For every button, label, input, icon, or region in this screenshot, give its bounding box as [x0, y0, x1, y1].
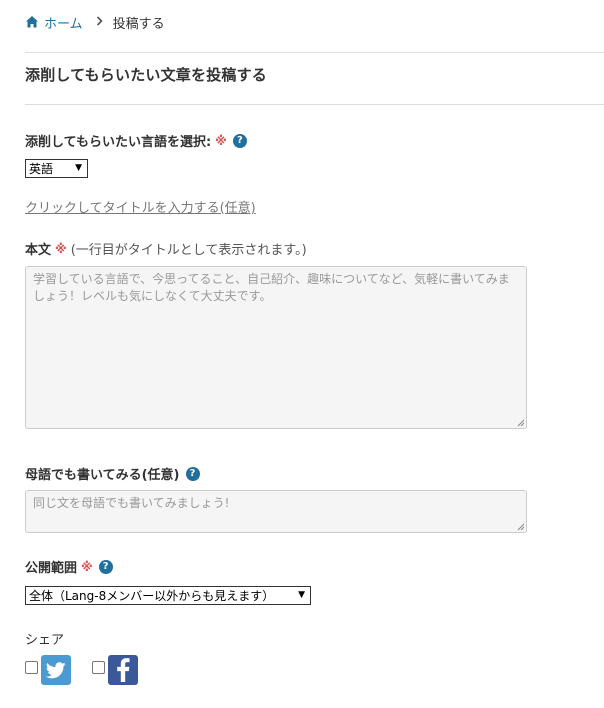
- language-label: 添削してもらいたい言語を選択: ※ ?: [25, 131, 247, 150]
- body-label: 本文 ※ (一行目がタイトルとして表示されます。): [25, 239, 307, 259]
- language-select[interactable]: 英語 ▼: [25, 159, 88, 178]
- visibility-label-text: 公開範囲: [25, 561, 78, 576]
- body-placeholder: 学習している言語で、今思ってること、自己紹介、趣味についてなど、気軽に書いてみま…: [33, 272, 510, 303]
- chevron-right-icon: [96, 15, 103, 29]
- language-label-text: 添削してもらいたい言語を選択:: [25, 135, 212, 150]
- twitter-icon[interactable]: [41, 655, 71, 685]
- dropdown-arrow-icon: ▼: [75, 163, 82, 173]
- breadcrumb: ホーム 投稿する: [25, 13, 165, 32]
- native-label: 母語でも書いてみる(任意) ?: [25, 464, 200, 483]
- divider: [25, 52, 604, 53]
- home-icon: [26, 16, 38, 28]
- native-label-text: 母語でも書いてみる(任意): [25, 468, 180, 483]
- twitter-share-checkbox[interactable]: [25, 661, 38, 674]
- resize-grip-icon[interactable]: [517, 523, 525, 531]
- page-title: 添削してもらいたい文章を投稿する: [25, 66, 268, 84]
- breadcrumb-current: 投稿する: [112, 16, 165, 32]
- visibility-select-value: 全体（Lang-8メンバー以外からも見えます）: [29, 589, 275, 603]
- resize-grip-icon[interactable]: [517, 419, 525, 427]
- facebook-icon[interactable]: [108, 655, 138, 685]
- breadcrumb-home-label: ホーム: [44, 16, 83, 32]
- required-mark: ※: [55, 241, 67, 256]
- help-icon[interactable]: ?: [185, 466, 200, 481]
- required-mark: ※: [215, 133, 227, 148]
- help-icon[interactable]: ?: [98, 559, 113, 574]
- language-select-value: 英語: [29, 162, 54, 176]
- add-title-link[interactable]: クリックしてタイトルを入力する(任意): [25, 197, 256, 216]
- help-icon[interactable]: ?: [232, 133, 247, 148]
- dropdown-arrow-icon: ▼: [298, 590, 305, 600]
- visibility-label: 公開範囲 ※ ?: [25, 557, 113, 576]
- breadcrumb-home-link[interactable]: ホーム: [25, 13, 83, 32]
- body-label-text: 本文: [25, 243, 52, 258]
- facebook-share-checkbox[interactable]: [92, 661, 105, 674]
- visibility-select[interactable]: 全体（Lang-8メンバー以外からも見えます） ▼: [25, 586, 311, 605]
- divider: [25, 104, 604, 105]
- native-placeholder: 同じ文を母語でも書いてみましょう!: [33, 496, 230, 510]
- share-label: シェア: [25, 633, 65, 648]
- native-textarea[interactable]: 同じ文を母語でも書いてみましょう!: [25, 490, 527, 533]
- body-label-note: (一行目がタイトルとして表示されます。): [70, 243, 307, 258]
- body-textarea[interactable]: 学習している言語で、今思ってること、自己紹介、趣味についてなど、気軽に書いてみま…: [25, 266, 527, 429]
- required-mark: ※: [81, 559, 93, 574]
